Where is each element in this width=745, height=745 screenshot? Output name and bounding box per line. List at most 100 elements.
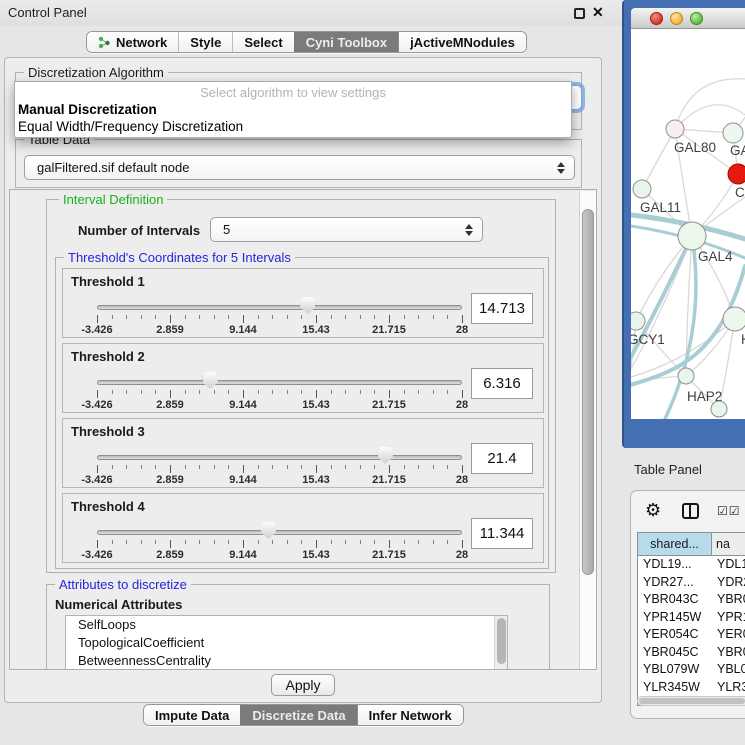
attribute-list-item[interactable]: BetweennessCentrality [66, 652, 507, 670]
network-node[interactable] [666, 120, 684, 138]
select-columns-icons[interactable]: ☑☑ [717, 504, 741, 518]
slider-track[interactable] [97, 530, 462, 535]
tab-infer-network[interactable]: Infer Network [357, 705, 463, 725]
network-node[interactable] [711, 401, 727, 417]
tab-cyni-toolbox[interactable]: Cyni Toolbox [294, 32, 398, 52]
tick-mark [331, 540, 332, 544]
threshold-1-slider[interactable] [97, 295, 462, 315]
scrollbar-thumb[interactable] [497, 618, 506, 664]
table-row[interactable]: YER054CYER0 [638, 626, 745, 644]
columns-icon[interactable] [682, 503, 699, 519]
tab-impute-data[interactable]: Impute Data [144, 705, 240, 725]
network-node[interactable] [723, 307, 745, 331]
tab-discretize-data[interactable]: Discretize Data [240, 705, 356, 725]
number-of-intervals-combobox[interactable]: 5 [210, 217, 483, 242]
tick-label: -3.426 [81, 399, 112, 411]
popup-prompt[interactable]: Select algorithm to view settings [15, 85, 571, 100]
table-row[interactable]: YBL079WYBL0 [638, 661, 745, 679]
threshold-3-slider[interactable] [97, 445, 462, 465]
combo-value: galFiltered.sif default node [37, 160, 189, 175]
table-toolbar: ⚙ ☑☑ [631, 491, 745, 531]
tick-mark [185, 540, 186, 544]
table-row[interactable]: YBR045CYBR0 [638, 644, 745, 662]
network-node[interactable] [631, 312, 645, 330]
tick-mark [185, 390, 186, 394]
tab-label: Discretize Data [252, 708, 345, 723]
tick-mark [287, 390, 288, 394]
tick-mark [112, 540, 113, 544]
tick-label: 28 [456, 474, 468, 486]
tab-select[interactable]: Select [232, 32, 293, 52]
float-window-icon[interactable] [574, 8, 585, 19]
slider-track[interactable] [97, 305, 462, 310]
slider-thumb[interactable] [261, 522, 276, 539]
slider-track[interactable] [97, 380, 462, 385]
list-scrollbar[interactable] [494, 616, 507, 670]
threshold-label: Threshold 1 [71, 274, 145, 289]
settings-scrollbar[interactable] [579, 191, 596, 669]
table-row[interactable]: YDL19...YDL1 [638, 556, 745, 574]
threshold-2-slider[interactable] [97, 370, 462, 390]
apply-button[interactable]: Apply [271, 674, 335, 696]
tick-label: 28 [456, 549, 468, 561]
tick-mark [97, 465, 98, 473]
table-hscrollbar[interactable] [637, 696, 745, 706]
table-row[interactable]: YDR27...YDR2 [638, 574, 745, 592]
close-traffic-light[interactable] [650, 12, 663, 25]
table-row[interactable]: YBR043CYBR0 [638, 591, 745, 609]
scrollbar-thumb[interactable] [582, 209, 594, 575]
popup-option-equal-width-frequency[interactable]: Equal Width/Frequency Discretization [18, 119, 243, 134]
network-node[interactable] [678, 368, 694, 384]
tab-label: Select [244, 35, 282, 50]
tab-style[interactable]: Style [178, 32, 232, 52]
table-row[interactable]: YLR345WYLR3 [638, 679, 745, 697]
tick-mark [199, 390, 200, 394]
slider-thumb[interactable] [203, 372, 218, 389]
network-node[interactable] [723, 123, 743, 143]
threshold-2-value-field[interactable] [471, 368, 533, 399]
tick-mark [155, 540, 156, 544]
table-data-combobox[interactable]: galFiltered.sif default node [24, 155, 575, 180]
attribute-list-item[interactable]: TopologicalCoefficient [66, 634, 507, 652]
slider-track[interactable] [97, 455, 462, 460]
network-canvas[interactable]: GAL80GACGAL11GAL4GCY1HHAP2 [631, 29, 745, 419]
threshold-1-value-field[interactable] [471, 293, 533, 324]
tick-label: 21.715 [372, 474, 406, 486]
table-cell: YDR2 [712, 574, 745, 592]
tick-mark [243, 540, 244, 548]
column-header-shared-name[interactable]: shared... [638, 533, 712, 555]
slider-thumb[interactable] [378, 447, 393, 464]
network-node[interactable] [678, 222, 706, 250]
tick-mark [345, 540, 346, 544]
close-icon[interactable]: ✕ [592, 4, 604, 21]
tick-mark [170, 465, 171, 473]
table-row[interactable]: YPR145WYPR1 [638, 609, 745, 627]
popup-option-manual-discretization[interactable]: Manual Discretization [18, 102, 157, 117]
tick-mark [272, 315, 273, 319]
network-window-titlebar[interactable] [631, 8, 745, 29]
network-node[interactable] [633, 180, 651, 198]
tab-network[interactable]: Network [87, 32, 178, 52]
tick-mark [462, 390, 463, 398]
attribute-list-item[interactable]: SelfLoops [66, 616, 507, 634]
tab-jactivemnodules[interactable]: jActiveMNodules [398, 32, 526, 52]
tick-mark [360, 465, 361, 469]
slider-thumb[interactable] [300, 297, 315, 314]
scrollbar-thumb[interactable] [639, 698, 745, 704]
numerical-attributes-list[interactable]: SelfLoopsTopologicalCoefficientBetweenne… [65, 615, 508, 670]
gear-icon[interactable]: ⚙ [645, 500, 661, 521]
tick-mark [258, 315, 259, 319]
node-label: GA [730, 143, 745, 158]
threshold-4-slider[interactable] [97, 520, 462, 540]
tick-label: 15.43 [302, 549, 330, 561]
threshold-4-value-field[interactable] [471, 518, 533, 549]
tick-mark [418, 315, 419, 319]
tick-mark [126, 315, 127, 319]
network-window[interactable]: GAL80GACGAL11GAL4GCY1HHAP2 [622, 0, 745, 448]
column-header-name[interactable]: na [712, 533, 745, 555]
minimize-traffic-light[interactable] [670, 12, 683, 25]
threshold-3-value-field[interactable] [471, 443, 533, 474]
zoom-traffic-light[interactable] [690, 12, 703, 25]
tick-mark [214, 465, 215, 469]
network-node[interactable] [728, 164, 745, 184]
